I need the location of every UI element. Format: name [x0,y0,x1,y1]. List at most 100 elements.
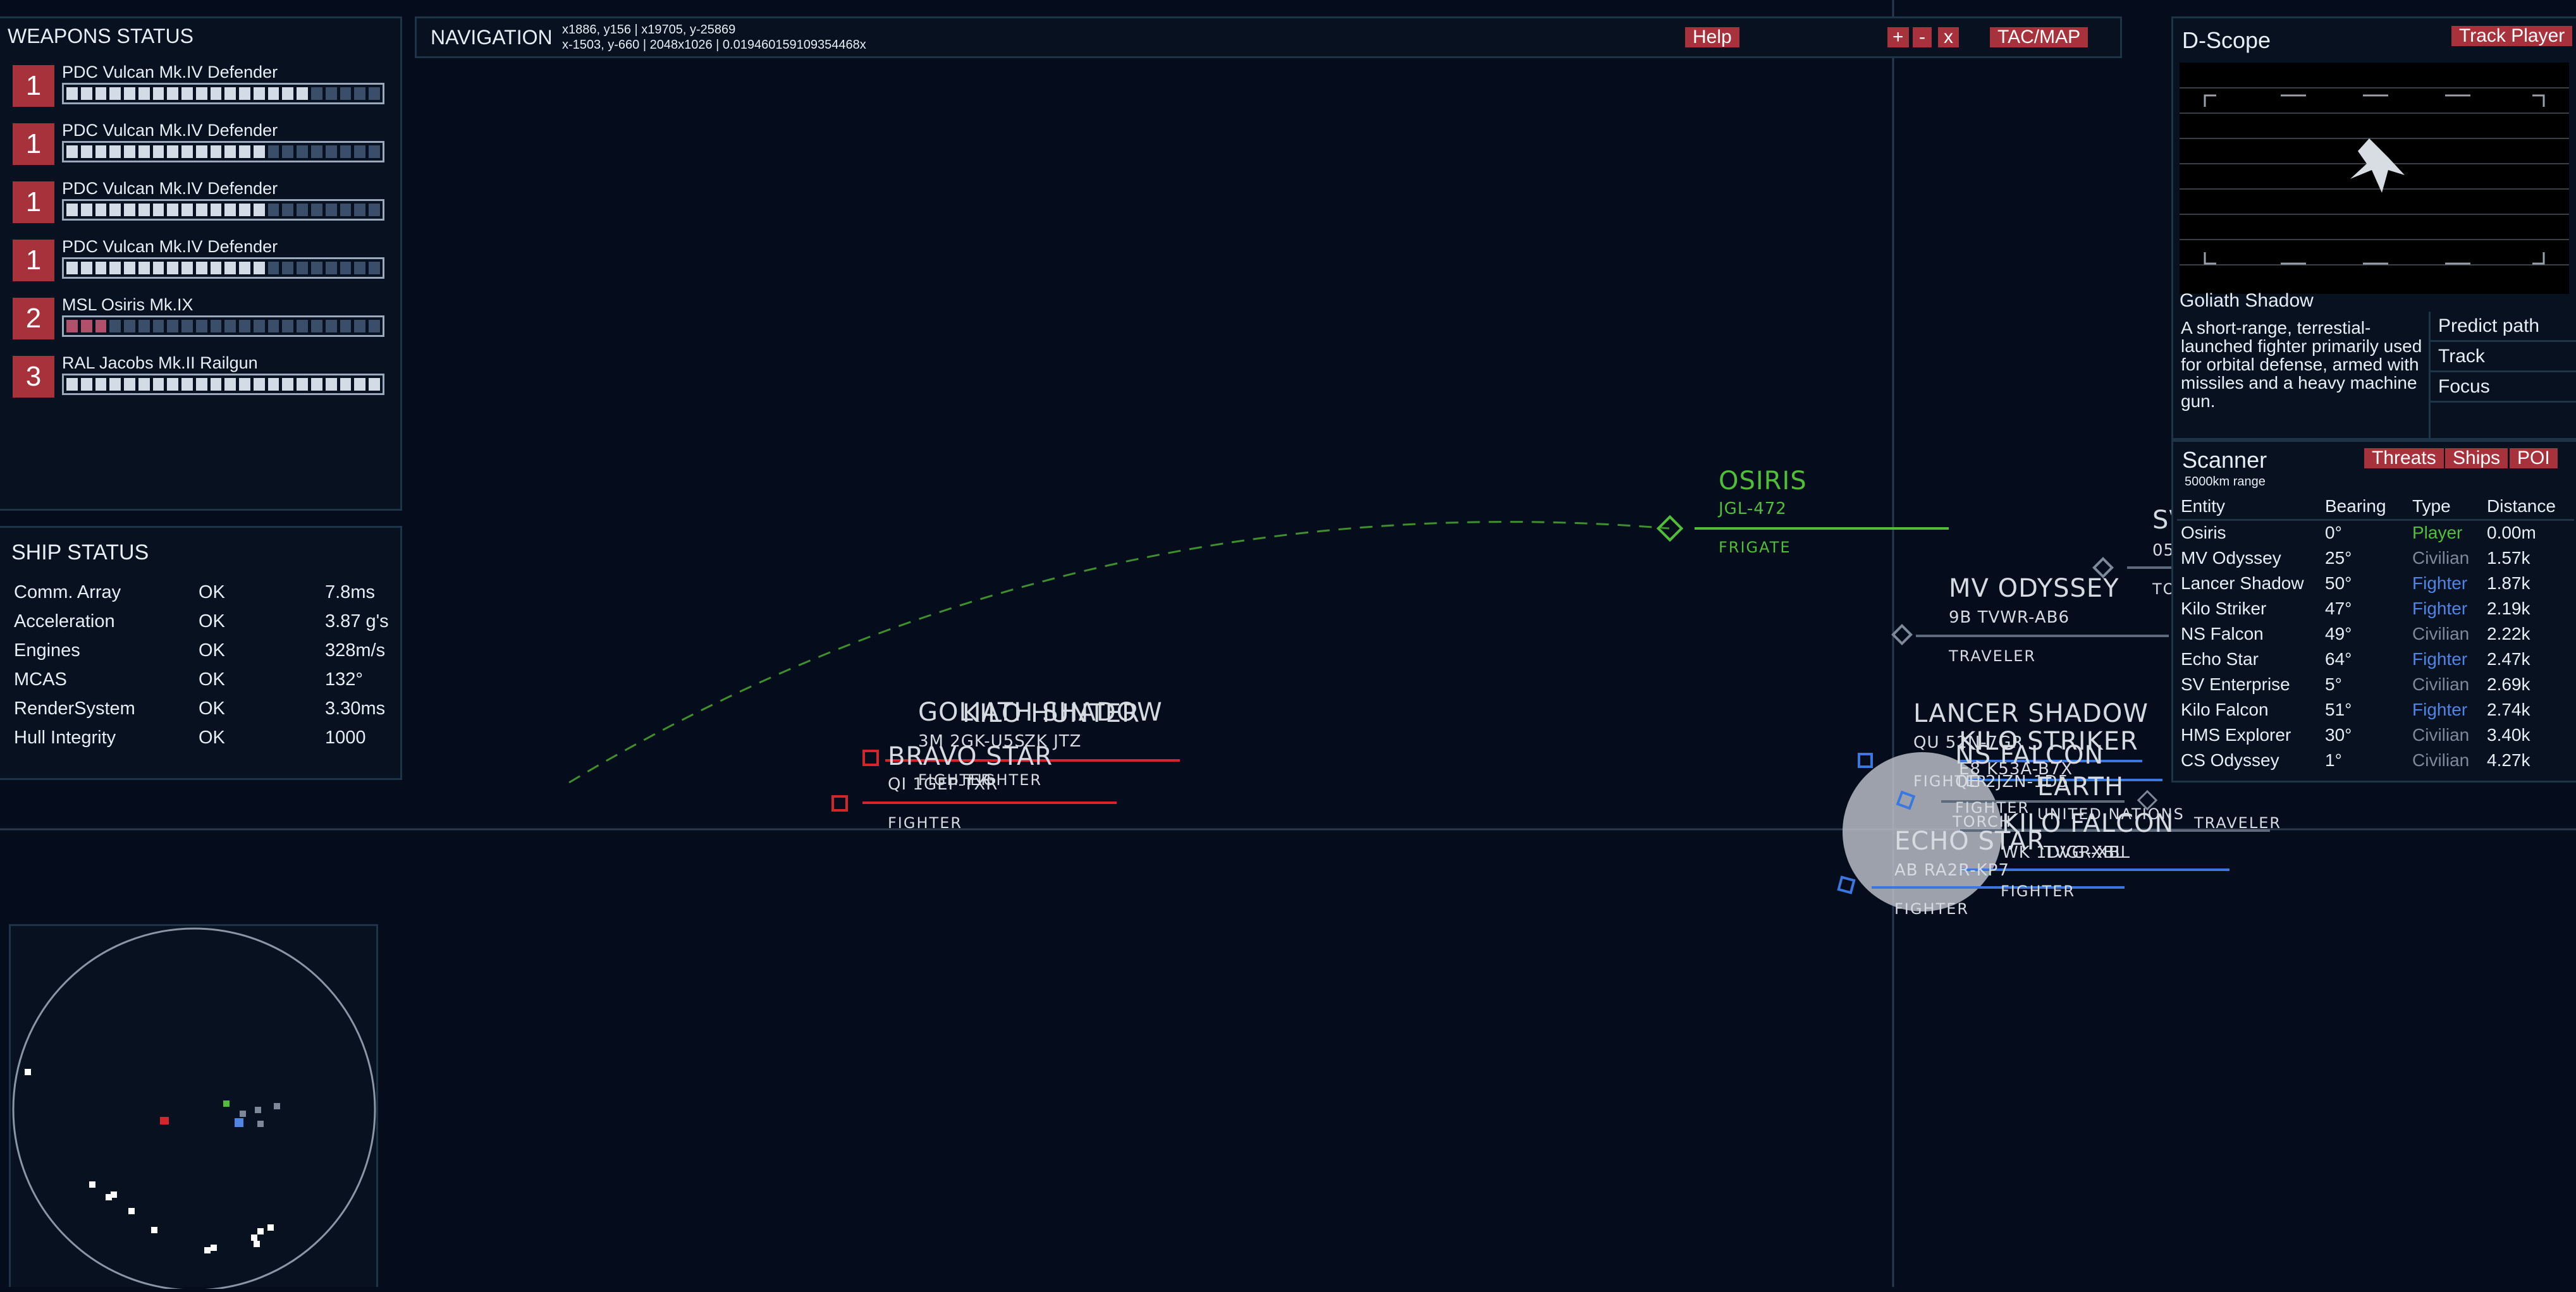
weapon-row[interactable]: 1 PDC Vulcan Mk.IV Defender [13,179,392,226]
scanner-cell-distance: 2.74k [2487,700,2530,719]
predicted-path [568,521,1670,784]
osiris-label: OSIRIS [1719,466,1807,496]
ammo-segment [325,262,337,274]
track-button[interactable]: Track [2431,342,2576,372]
ammo-segment [239,87,250,100]
weapon-row[interactable]: 2 MSL Osiris Mk.IX [13,295,392,342]
ammo-segment [195,320,207,332]
scanner-cell-entity[interactable]: MV Odyssey [2181,548,2281,568]
close-button[interactable]: x [1938,27,1959,47]
scanner-cell-entity[interactable]: Echo Star [2181,649,2259,669]
zoom-in-button[interactable]: + [1887,27,1909,47]
weapon-group-badge[interactable]: 1 [13,240,54,281]
ammo-segment [152,87,164,100]
weapon-row[interactable]: 3 RAL Jacobs Mk.II Railgun [13,353,392,400]
weapon-group-badge[interactable]: 1 [13,181,54,223]
status-state: OK [199,640,225,661]
weapon-name: PDC Vulcan Mk.IV Defender [62,121,278,140]
minimap[interactable] [11,926,380,1291]
ammo-segment [95,378,107,391]
scanner-cell-distance: 1.87k [2487,573,2530,593]
lancer-shadow-marker[interactable] [1858,753,1873,768]
ammo-segment [195,145,207,158]
weapon-row[interactable]: 1 PDC Vulcan Mk.IV Defender [13,63,392,109]
scanner-cell-bearing: 1° [2325,750,2342,770]
filter-threats-button[interactable]: Threats [2364,448,2444,468]
status-name: RenderSystem [14,698,135,719]
weapon-row[interactable]: 1 PDC Vulcan Mk.IV Defender [13,121,392,168]
echo-star-marker[interactable] [1837,875,1856,894]
filter-ships-button[interactable]: Ships [2445,448,2508,468]
weapon-group-badge[interactable]: 1 [13,65,54,107]
ammo-segment [267,378,279,391]
ammo-segment [167,204,179,216]
ammo-segment [80,262,92,274]
focus-button[interactable]: Focus [2431,372,2576,403]
traveler-type: TRAVELER [2194,814,2282,832]
scanner-cell-entity[interactable]: Lancer Shadow [2181,573,2304,594]
predict-path-button[interactable]: Predict path [2431,312,2576,342]
status-row-hull: Hull Integrity OK 1000 [14,728,393,753]
help-button[interactable]: Help [1685,27,1739,47]
radar-ring [12,927,376,1291]
ammo-segment [311,262,322,274]
ammo-segment [80,320,92,332]
status-value: 3.87 g's [325,611,389,631]
ammo-segment [239,378,250,391]
scanner-cell-entity[interactable]: Kilo Falcon [2181,700,2269,720]
scanner-cell-entity[interactable]: HMS Explorer [2181,725,2291,745]
weapon-group-badge[interactable]: 3 [13,356,54,398]
bravo-star-label: BRAVO STAR [888,742,1053,771]
scanner-cell-type: Civilian [2412,750,2470,770]
scanner-range: 5000km range [2185,475,2266,489]
goliath-shadow-marker[interactable] [862,750,879,766]
ammo-segment [253,262,265,274]
bravo-star-marker[interactable] [831,795,848,812]
ammo-segment [195,262,207,274]
mv-odyssey-marker[interactable] [1891,624,1913,645]
ammo-segment [124,320,135,332]
ammo-segment [369,87,380,100]
filter-poi-button[interactable]: POI [2510,448,2558,468]
scanner-cell-distance: 2.19k [2487,599,2530,618]
ammo-segment [224,204,236,216]
scanner-cell-bearing: 30° [2325,725,2352,745]
ammo-segment [80,378,92,391]
zoom-out-button[interactable]: - [1913,27,1932,47]
track-player-button[interactable]: Track Player [2451,26,2573,46]
weapon-row[interactable]: 1 PDC Vulcan Mk.IV Defender [13,237,392,284]
scanner-cell-bearing: 5° [2325,674,2342,694]
scanner-cell-bearing: 0° [2325,523,2342,542]
ammo-segment [354,262,366,274]
scanner-cell-entity[interactable]: CS Odyssey [2181,750,2279,771]
status-name: Engines [14,640,80,661]
ammo-segment [167,378,179,391]
ammo-segment [282,145,294,158]
ammo-segment [138,378,150,391]
weapon-group-badge[interactable]: 1 [13,123,54,165]
scanner-cell-entity[interactable]: Osiris [2181,523,2226,543]
ammo-segment [297,378,309,391]
scanner-cell-type: Civilian [2412,624,2470,643]
scanner-cell-distance: 2.22k [2487,624,2530,643]
target-name: Goliath Shadow [2180,290,2314,311]
ammo-segment [152,145,164,158]
weapon-group-badge[interactable]: 2 [13,298,54,339]
status-name: Acceleration [14,611,115,631]
ammo-segment [311,87,322,100]
scanner-cell-entity[interactable]: NS Falcon [2181,624,2264,644]
ammo-segment [66,320,78,332]
ammo-segment [195,87,207,100]
status-row-engines: Engines OK 328m/s [14,640,393,666]
status-state: OK [199,698,225,719]
tac-map-button[interactable]: TAC/MAP [1990,27,2088,47]
ammo-segment [138,262,150,274]
minimap-panel[interactable] [9,924,380,1291]
ammo-segment [66,87,78,100]
status-name: Comm. Array [14,582,121,602]
scanner-cell-entity[interactable]: Kilo Striker [2181,599,2266,619]
ammo-segment [369,320,380,332]
scanner-cell-entity[interactable]: SV Enterprise [2181,674,2290,695]
ammo-segment [297,320,309,332]
weapon-name: RAL Jacobs Mk.II Railgun [62,353,258,372]
